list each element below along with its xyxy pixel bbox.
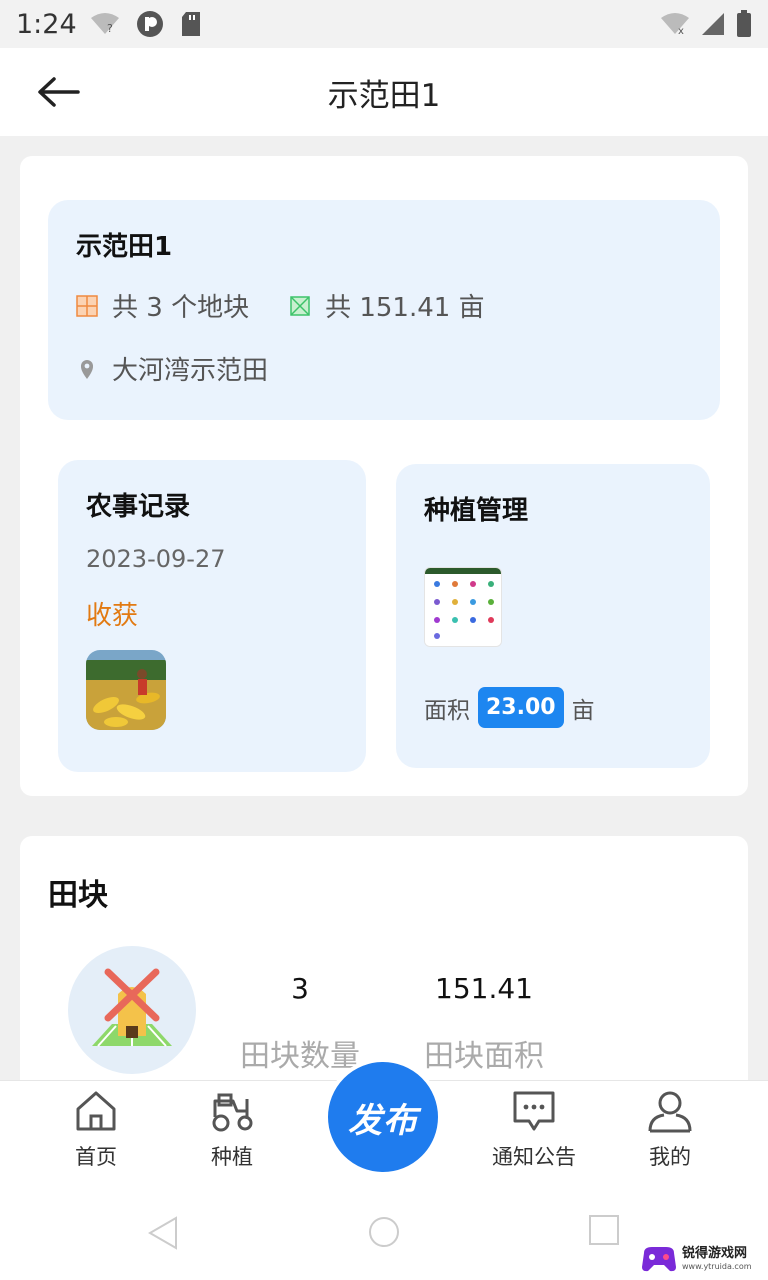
status-bar: 1:24 ? x <box>0 0 768 48</box>
location-pin-icon <box>81 359 93 379</box>
plant-area-value: 23.00 <box>478 687 564 728</box>
block-count-metric: 3 田块数量 <box>236 972 364 1075</box>
area-measure-icon <box>290 295 310 316</box>
status-time: 1:24 <box>16 8 77 40</box>
field-info-panel[interactable]: 示范田1 共 3 个地块 共 151.41 亩 大河湾示范田 <box>48 200 720 420</box>
plot-count-text: 共 3 个地块 <box>112 293 250 323</box>
area-stat: 共 151.41 亩 <box>289 287 485 324</box>
status-left-icons: ? <box>90 10 202 38</box>
field-overview-card: 示范田1 共 3 个地块 共 151.41 亩 大河湾示范田 农事记录 2023… <box>20 156 748 796</box>
field-block-card[interactable]: 田块 3 田块数量 151.41 田块面积 <box>20 836 748 1096</box>
tractor-icon <box>212 1093 253 1132</box>
nav-label-mine: 我的 <box>649 1145 691 1169</box>
farm-record-title: 农事记录 <box>86 492 191 522</box>
message-icon <box>513 1091 555 1131</box>
app-header: 示范田1 <box>0 48 768 136</box>
plant-management-card[interactable]: 种植管理 面积 23.00 亩 <box>396 464 710 768</box>
back-button[interactable] <box>36 70 84 114</box>
nav-label-notice: 通知公告 <box>492 1145 576 1169</box>
status-right-icons: x <box>660 10 752 38</box>
home-icon <box>76 1091 116 1131</box>
location-text: 大河湾示范田 <box>112 356 269 386</box>
watermark-text: 锐得游戏网 <box>682 1246 748 1262</box>
system-recent-button[interactable] <box>588 1214 620 1250</box>
block-count-value: 3 <box>291 972 309 1005</box>
plant-area-label: 面积 <box>424 697 470 724</box>
record-type: 收获 <box>86 601 139 631</box>
harvest-photo[interactable] <box>86 650 166 730</box>
plot-count-stat: 共 3 个地块 <box>76 287 249 324</box>
nav-item-plant[interactable]: 种植 <box>200 1089 264 1171</box>
svg-text:?: ? <box>107 22 113 35</box>
signal-icon <box>702 13 724 35</box>
square-recent-icon <box>589 1215 619 1245</box>
record-date: 2023-09-27 <box>86 545 226 573</box>
watermark-text-block: 锐得游戏网 www.ytruida.com <box>682 1246 752 1271</box>
plot-grid-icon <box>76 294 98 317</box>
block-area-label: 田块面积 <box>424 1039 544 1074</box>
wifi-off-icon: x <box>661 13 689 36</box>
user-icon <box>648 1091 692 1133</box>
svg-text:x: x <box>678 26 684 36</box>
plant-area-row: 面积 23.00 亩 <box>424 687 595 728</box>
battery-icon <box>737 10 751 37</box>
page-title: 示范田1 <box>327 77 441 114</box>
sd-card-icon <box>182 12 200 36</box>
nav-item-home[interactable]: 首页 <box>64 1089 128 1171</box>
block-area-metric: 151.41 田块面积 <box>404 972 564 1075</box>
triangle-back-icon <box>147 1216 177 1250</box>
arrow-left-icon <box>38 77 80 107</box>
plant-management-title: 种植管理 <box>424 496 529 526</box>
field-stats: 共 3 个地块 共 151.41 亩 <box>76 287 692 324</box>
watermark-url: www.ytruida.com <box>682 1261 752 1271</box>
wifi-unknown-icon: ? <box>91 13 119 35</box>
windmill-avatar <box>68 946 196 1074</box>
nav-item-mine[interactable]: 我的 <box>638 1089 702 1171</box>
area-text: 共 151.41 亩 <box>325 293 485 323</box>
block-count-label: 田块数量 <box>240 1039 360 1074</box>
app-grid-thumbnail-image <box>425 568 501 646</box>
app-notification-icon <box>137 11 163 37</box>
system-home-button[interactable] <box>368 1216 400 1252</box>
field-name: 示范田1 <box>76 232 173 262</box>
field-location: 大河湾示范田 <box>76 350 692 387</box>
field-block-title: 田块 <box>48 878 108 913</box>
gamepad-logo-icon <box>642 1247 676 1272</box>
publish-button[interactable]: 发布 <box>324 1058 442 1176</box>
windmill-icon <box>92 968 172 1047</box>
farm-record-card[interactable]: 农事记录 2023-09-27 收获 <box>58 460 366 772</box>
nav-label-home: 首页 <box>75 1145 117 1169</box>
publish-label: 发布 <box>348 1100 418 1141</box>
harvest-photo-image <box>86 650 166 730</box>
block-area-value: 151.41 <box>435 972 533 1005</box>
circle-home-icon <box>369 1217 399 1247</box>
plant-management-thumbnail[interactable] <box>424 567 502 647</box>
plant-area-unit: 亩 <box>571 697 595 724</box>
watermark: 锐得游戏网 www.ytruida.com <box>640 1242 764 1276</box>
nav-item-notice[interactable]: 通知公告 <box>484 1089 584 1171</box>
nav-label-plant: 种植 <box>211 1145 253 1169</box>
system-back-button[interactable] <box>147 1216 178 1254</box>
